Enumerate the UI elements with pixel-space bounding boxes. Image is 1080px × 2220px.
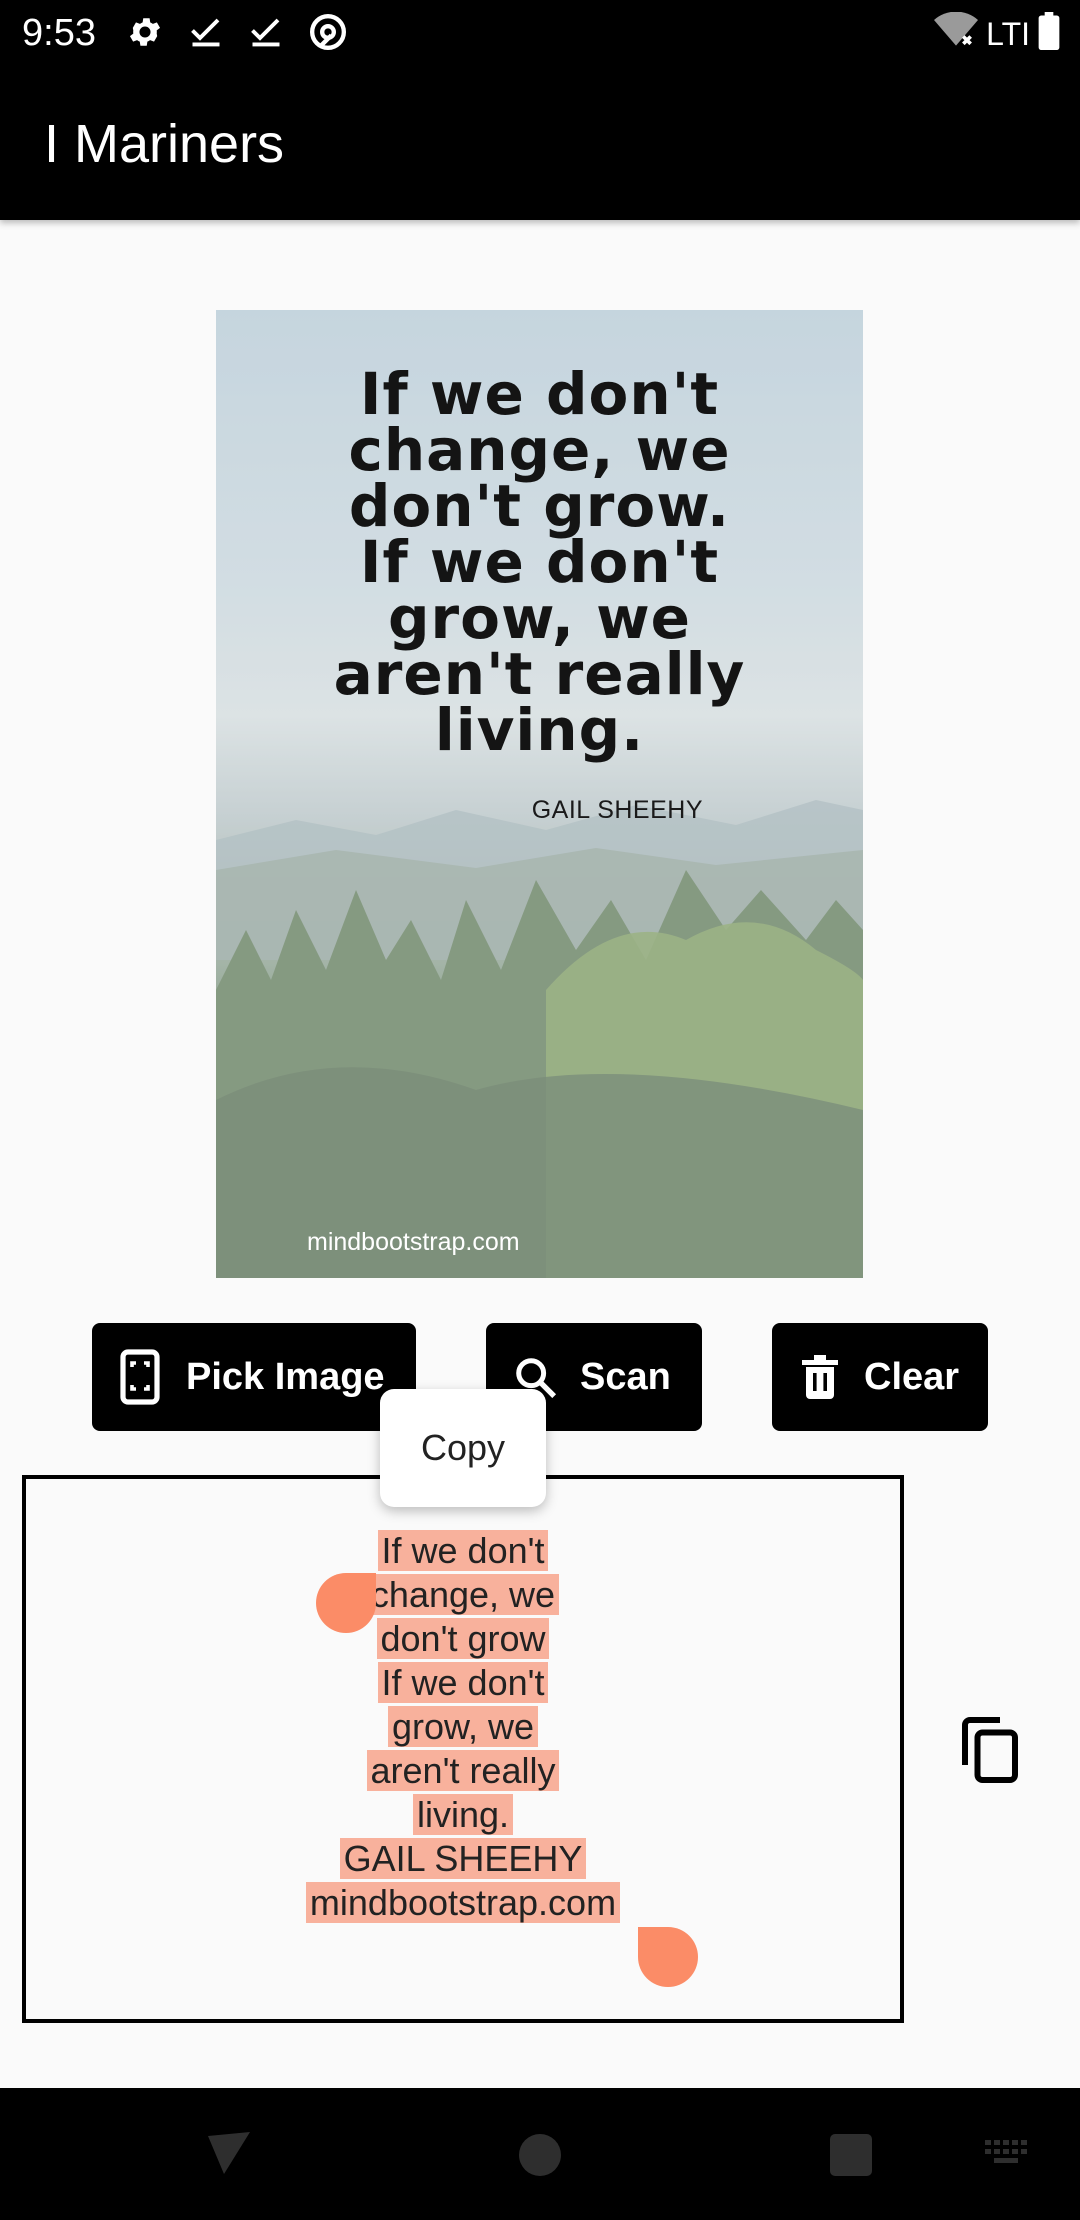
recognized-text-box[interactable]: If we don't change, we don't grow If we … [22, 1475, 904, 2023]
image-site: mindbootstrap.com [307, 1228, 520, 1256]
home-icon[interactable] [519, 2134, 561, 2176]
app-screen: 9:53 LTI I Mariners If we don't change, … [0, 0, 1080, 2220]
pick-image-label: Pick Image [186, 1355, 385, 1398]
app-title: I Mariners [44, 114, 285, 174]
text-line: mindbootstrap.com [26, 1881, 900, 1925]
text-line: living. [26, 1793, 900, 1837]
quote-line: If we don't [359, 528, 720, 596]
selection-start-handle[interactable] [316, 1573, 376, 1633]
text-line: If we don't [26, 1529, 900, 1573]
text-line: change, we [26, 1573, 900, 1617]
text-line: grow, we [26, 1705, 900, 1749]
text-line: If we don't [26, 1661, 900, 1705]
quote-line: change, we [348, 416, 731, 484]
scan-label: Scan [580, 1355, 671, 1398]
gear-icon [126, 13, 164, 51]
at-sign-icon [308, 12, 348, 52]
text-line: aren't really [26, 1749, 900, 1793]
quote-line: aren't really [333, 640, 746, 708]
pick-image-button[interactable]: Pick Image [92, 1323, 416, 1431]
selection-end-handle[interactable] [638, 1927, 698, 1987]
image-author: GAIL SHEEHY [531, 796, 703, 824]
back-icon[interactable] [204, 2130, 254, 2181]
text-line: don't grow [26, 1617, 900, 1661]
clear-label: Clear [864, 1355, 960, 1398]
network-label: LTI [986, 15, 1030, 52]
keyboard-icon[interactable] [985, 2140, 1029, 2173]
quote-line: grow, we [388, 584, 691, 652]
quote-line: living. [434, 696, 645, 764]
phone-scan-icon [120, 1349, 160, 1405]
quote-line: don't grow. [348, 472, 731, 540]
recognized-text[interactable]: If we don't change, we don't grow If we … [26, 1529, 900, 1925]
status-bar: 9:53 LTI [0, 0, 1080, 66]
copy-menu-item[interactable]: Copy [380, 1389, 546, 1507]
quote-line: If we don't [359, 360, 720, 428]
wifi-off-icon [934, 11, 979, 55]
image-quote: If we don't change, we don't grow. If we… [216, 360, 863, 764]
navigation-bar [0, 2088, 1080, 2220]
notification-icons [126, 12, 348, 52]
picked-image: If we don't change, we don't grow. If we… [216, 310, 863, 1278]
trash-icon [802, 1355, 838, 1399]
text-line: GAIL SHEEHY [26, 1837, 900, 1881]
battery-icon [1038, 12, 1060, 55]
app-bar: I Mariners [0, 66, 1080, 220]
recents-icon[interactable] [830, 2134, 872, 2176]
copy-icon[interactable] [960, 1715, 1020, 1785]
checkmark-icon [248, 14, 284, 50]
checkmark-icon [188, 14, 224, 50]
clear-button[interactable]: Clear [772, 1323, 988, 1431]
status-time: 9:53 [22, 12, 96, 54]
status-right: LTI [934, 11, 1060, 55]
